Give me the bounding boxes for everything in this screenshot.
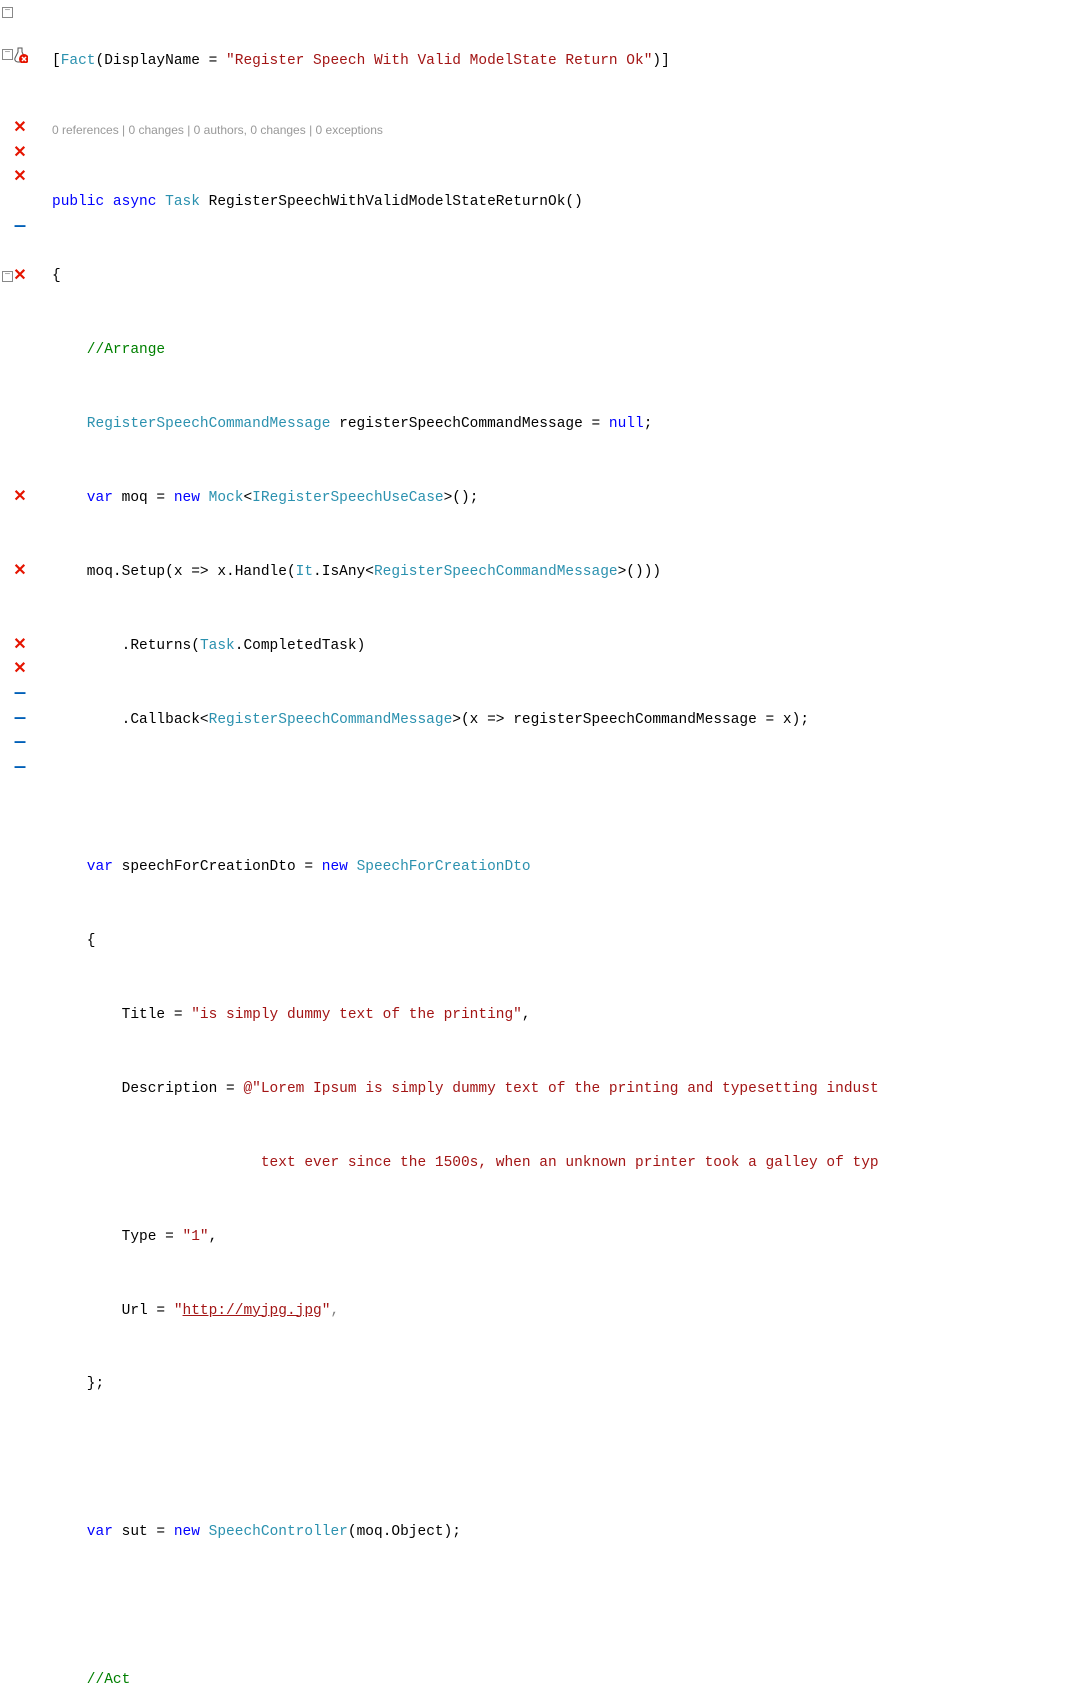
gutter-line bbox=[0, 239, 40, 264]
gutter-line: ✕ bbox=[0, 485, 40, 510]
code-line[interactable]: text ever since the 1500s, when an unkno… bbox=[40, 1151, 1068, 1176]
code-editor[interactable]: ✕ ✕ ✕ — ✕ ✕ ✕ ✕ ✕ — — — — [Fact(DisplayN… bbox=[0, 0, 1068, 1702]
code-line[interactable]: }; bbox=[40, 1372, 1068, 1397]
code-line[interactable]: Description = @"Lorem Ipsum is simply du… bbox=[40, 1077, 1068, 1102]
code-line[interactable] bbox=[40, 1594, 1068, 1619]
code-line[interactable]: [Fact(DisplayName = "Register Speech Wit… bbox=[40, 49, 1068, 74]
gutter-line bbox=[0, 780, 40, 805]
code-line[interactable]: public async Task RegisterSpeechWithVali… bbox=[40, 190, 1068, 215]
code-line[interactable]: .Returns(Task.CompletedTask) bbox=[40, 634, 1068, 659]
code-line[interactable]: var speechForCreationDto = new SpeechFor… bbox=[40, 855, 1068, 880]
gutter-line: ✕ bbox=[0, 633, 40, 658]
gutter-line: ✕ bbox=[0, 166, 40, 191]
gutter-line bbox=[0, 67, 40, 92]
code-line[interactable]: var moq = new Mock<IRegisterSpeechUseCas… bbox=[40, 486, 1068, 511]
gutter-codelens-spacer bbox=[0, 25, 40, 43]
gutter-line bbox=[0, 584, 40, 609]
code-line[interactable]: { bbox=[40, 264, 1068, 289]
code-line[interactable] bbox=[40, 1446, 1068, 1471]
breakpoint-x-icon[interactable]: ✕ bbox=[13, 115, 26, 142]
code-line[interactable]: .Callback<RegisterSpeechCommandMessage>(… bbox=[40, 708, 1068, 733]
code-line[interactable]: Url = "http://myjpg.jpg", bbox=[40, 1299, 1068, 1324]
gutter-line: ✕ bbox=[0, 559, 40, 584]
code-line[interactable]: moq.Setup(x => x.Handle(It.IsAny<Registe… bbox=[40, 560, 1068, 585]
gutter-line bbox=[0, 436, 40, 461]
gutter-line bbox=[0, 313, 40, 338]
breakpoint-x-icon[interactable]: ✕ bbox=[13, 484, 26, 511]
gutter: ✕ ✕ ✕ — ✕ ✕ ✕ ✕ ✕ — — — — bbox=[0, 0, 40, 1702]
gutter-line bbox=[0, 362, 40, 387]
code-line[interactable]: //Arrange bbox=[40, 338, 1068, 363]
breakpoint-dash-icon[interactable]: — bbox=[15, 212, 26, 243]
codelens[interactable]: 0 references | 0 changes | 0 authors, 0 … bbox=[40, 123, 1068, 141]
collapse-toggle-icon[interactable] bbox=[2, 271, 13, 282]
gutter-line: ✕ bbox=[0, 264, 40, 289]
collapse-toggle-icon[interactable] bbox=[2, 7, 13, 18]
test-flask-icon[interactable] bbox=[12, 47, 28, 63]
code-line[interactable] bbox=[40, 781, 1068, 806]
gutter-line: — bbox=[0, 756, 40, 781]
gutter-line bbox=[0, 608, 40, 633]
code-line[interactable]: //Act bbox=[40, 1668, 1068, 1693]
code-line[interactable]: Type = "1", bbox=[40, 1225, 1068, 1250]
breakpoint-x-icon[interactable]: ✕ bbox=[13, 164, 26, 191]
gutter-line: ✕ bbox=[0, 141, 40, 166]
breakpoint-dash-icon[interactable]: — bbox=[15, 753, 26, 784]
breakpoint-x-icon[interactable]: ✕ bbox=[13, 632, 26, 659]
code-line[interactable]: Title = "is simply dummy text of the pri… bbox=[40, 1003, 1068, 1028]
gutter-line: ✕ bbox=[0, 116, 40, 141]
gutter-line bbox=[0, 338, 40, 363]
gutter-line: — bbox=[0, 215, 40, 240]
gutter-line bbox=[0, 289, 40, 314]
gutter-line bbox=[0, 387, 40, 412]
code-line[interactable]: var sut = new SpeechController(moq.Objec… bbox=[40, 1520, 1068, 1545]
gutter-line bbox=[0, 0, 40, 25]
gutter-line bbox=[0, 534, 40, 559]
gutter-line bbox=[0, 461, 40, 486]
gutter-line bbox=[0, 92, 40, 117]
gutter-line bbox=[0, 510, 40, 535]
code-area[interactable]: [Fact(DisplayName = "Register Speech Wit… bbox=[40, 0, 1068, 1702]
code-line[interactable]: { bbox=[40, 929, 1068, 954]
breakpoint-x-icon[interactable]: ✕ bbox=[13, 140, 26, 167]
gutter-line bbox=[0, 43, 40, 68]
gutter-line bbox=[0, 412, 40, 437]
breakpoint-x-icon[interactable]: ✕ bbox=[13, 558, 26, 585]
breakpoint-x-icon[interactable]: ✕ bbox=[13, 263, 26, 290]
code-line[interactable]: RegisterSpeechCommandMessage registerSpe… bbox=[40, 412, 1068, 437]
